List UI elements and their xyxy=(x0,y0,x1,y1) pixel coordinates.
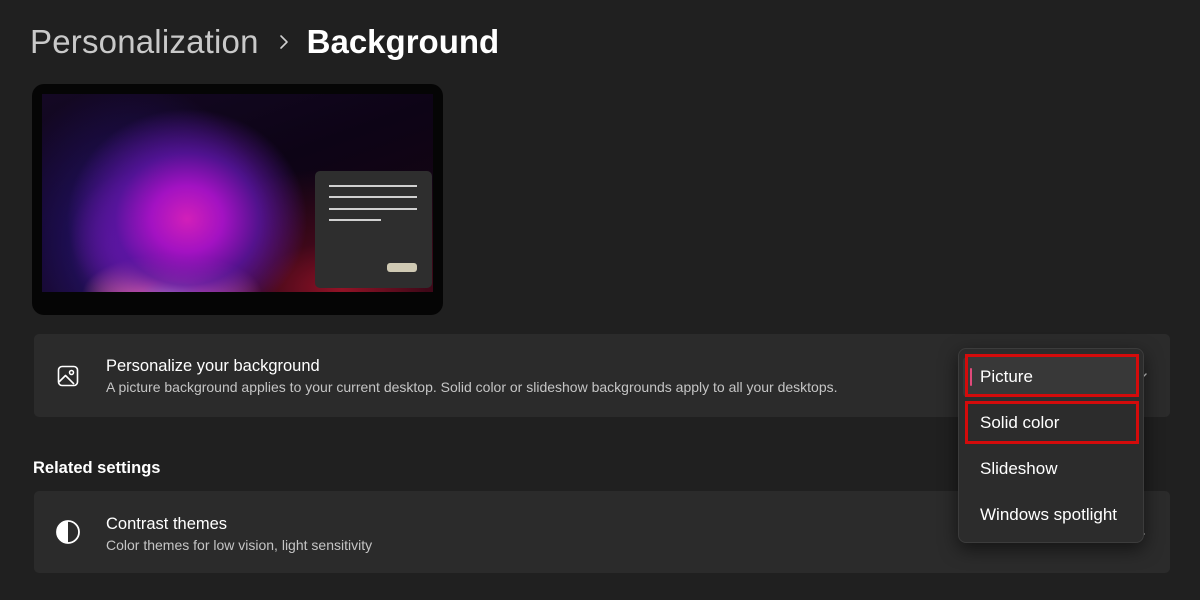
related-settings-heading: Related settings xyxy=(33,459,161,477)
dropdown-option-slideshow[interactable]: Slideshow xyxy=(963,449,1139,489)
settings-page: Personalization Background Personalize y… xyxy=(0,0,1200,600)
dropdown-option-label: Slideshow xyxy=(980,459,1058,478)
chevron-right-icon xyxy=(279,18,289,66)
contrast-themes-title: Contrast themes xyxy=(106,515,228,533)
dropdown-option-windows-spotlight[interactable]: Windows spotlight xyxy=(963,495,1139,535)
selected-indicator xyxy=(970,368,972,386)
preview-window-mockup xyxy=(315,171,432,288)
desktop-preview xyxy=(32,84,443,315)
background-setting-title: Personalize your background xyxy=(106,357,320,375)
picture-icon xyxy=(54,362,82,390)
page-title: Background xyxy=(306,23,500,60)
breadcrumb: Personalization Background xyxy=(30,18,499,66)
dropdown-option-label: Windows spotlight xyxy=(980,505,1118,524)
breadcrumb-personalization[interactable]: Personalization xyxy=(30,23,259,61)
dropdown-option-picture[interactable]: Picture xyxy=(963,357,1139,397)
wallpaper-preview-image xyxy=(42,94,433,292)
preview-button-mockup xyxy=(387,263,417,272)
dropdown-option-label: Solid color xyxy=(980,413,1060,432)
dropdown-option-label: Picture xyxy=(980,367,1033,386)
contrast-icon xyxy=(54,518,82,546)
contrast-themes-description: Color themes for low vision, light sensi… xyxy=(106,537,373,553)
background-setting-description: A picture background applies to your cur… xyxy=(106,379,838,395)
background-type-dropdown[interactable]: Picture Solid color Slideshow Windows sp… xyxy=(958,348,1144,543)
dropdown-option-solid-color[interactable]: Solid color xyxy=(963,403,1139,443)
